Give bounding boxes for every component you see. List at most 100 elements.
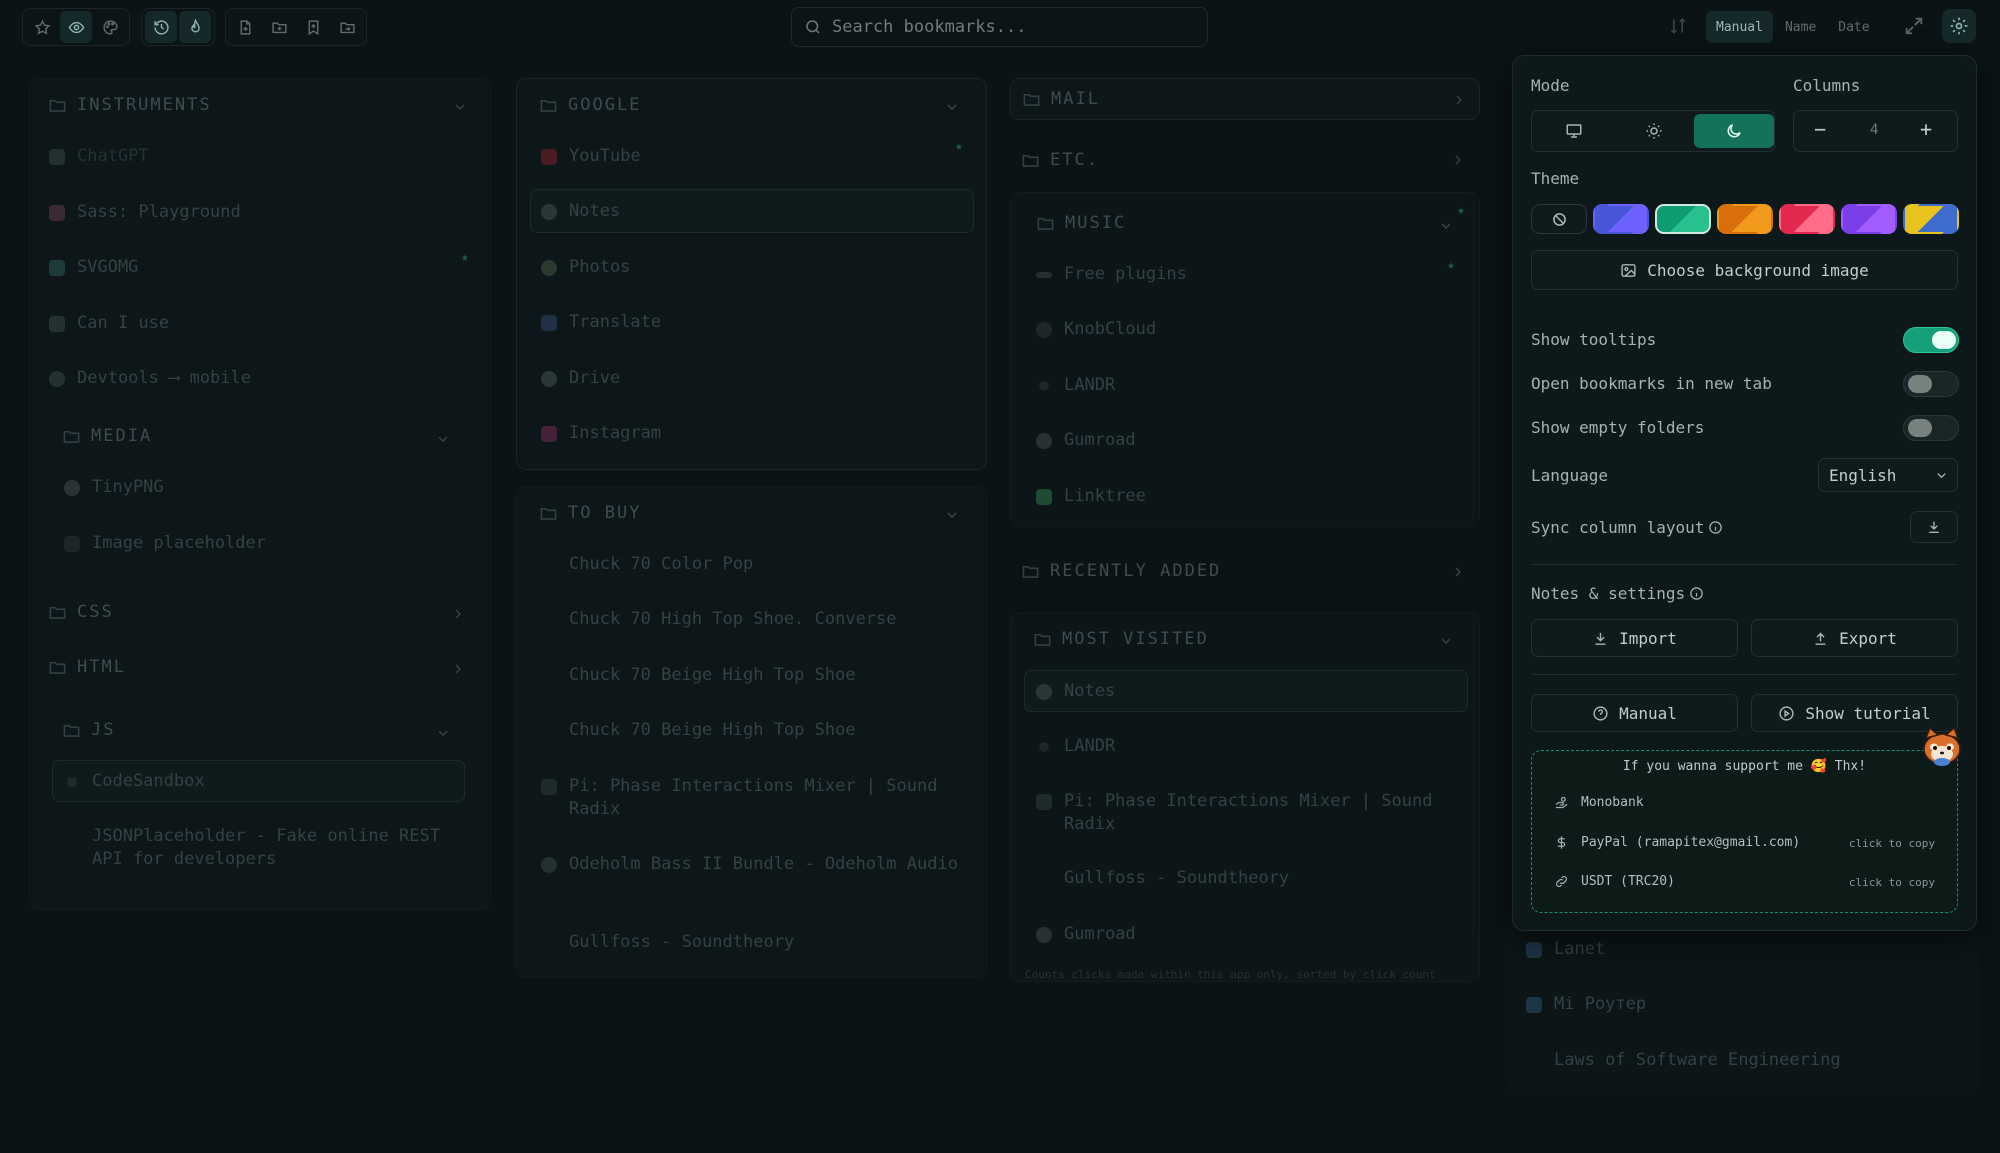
copy-hint[interactable]: click to copy [1849, 876, 1935, 889]
sort-order-icon[interactable] [1668, 16, 1688, 36]
copy-hint[interactable]: click to copy [1849, 837, 1935, 850]
theme-swatch-green[interactable] [1655, 204, 1711, 234]
list-item[interactable]: KnobCloud [1036, 318, 1156, 341]
chevron-down-icon[interactable] [435, 431, 451, 447]
sort-date-button[interactable]: Date [1828, 11, 1879, 43]
show-tooltips-toggle[interactable] [1903, 327, 1959, 353]
folder-header[interactable]: TO BUY [539, 503, 641, 523]
settings-button[interactable] [1942, 9, 1976, 43]
list-item[interactable]: Free plugins [1036, 263, 1187, 286]
columns-plus-button[interactable]: + [1920, 117, 1932, 141]
list-item[interactable]: Sass: Playground [49, 201, 241, 224]
list-item[interactable]: Chuck 70 Beige High Top Shoe [541, 719, 856, 742]
list-item[interactable]: Laws of Software Engineering [1526, 1049, 1841, 1072]
list-item[interactable]: CodeSandbox [64, 770, 205, 793]
paypal-row[interactable]: PayPal (ramapitex@gmail.com) [1554, 835, 1800, 850]
list-item[interactable]: YouTube [541, 145, 641, 168]
list-item[interactable]: TinyPNG [64, 476, 164, 499]
fullscreen-icon[interactable] [1903, 15, 1925, 37]
sort-name-button[interactable]: Name [1775, 11, 1826, 43]
open-new-tab-toggle[interactable] [1903, 371, 1959, 397]
list-item[interactable]: Devtools ⟶ mobile [49, 367, 251, 390]
columns-minus-button[interactable]: − [1814, 117, 1826, 141]
chevron-right-icon[interactable] [450, 661, 466, 677]
move-folder-button[interactable] [331, 11, 363, 43]
chevron-down-icon[interactable] [944, 507, 960, 523]
history-button[interactable] [145, 11, 177, 43]
list-item[interactable]: Photos [541, 256, 630, 279]
export-button[interactable]: Export [1751, 619, 1958, 657]
list-item[interactable]: Lanet [1526, 938, 1605, 961]
list-item[interactable]: Image placeholder [64, 532, 266, 555]
folder-header[interactable]: RECENTLY ADDED [1021, 561, 1221, 581]
list-item[interactable]: SVGOMG [49, 256, 138, 279]
list-item[interactable]: Can I use [49, 312, 169, 335]
chevron-down-icon[interactable] [452, 99, 468, 115]
theme-swatch-yellow-blue[interactable] [1903, 204, 1959, 234]
list-item[interactable]: Odeholm Bass II Bundle - Odeholm Audio [541, 853, 961, 876]
hot-button[interactable] [179, 11, 211, 43]
folder-header[interactable]: MOST VISITED [1033, 629, 1209, 649]
folder-header[interactable]: ETC. [1021, 150, 1099, 170]
list-item[interactable]: Chuck 70 Beige High Top Shoe [541, 664, 856, 687]
theme-swatch-pink[interactable] [1779, 204, 1835, 234]
list-item[interactable]: Pi: Phase Interactions Mixer | Sound Rad… [541, 775, 961, 821]
folder-header[interactable]: INSTRUMENTS [48, 95, 212, 115]
list-item[interactable]: Linktree [1036, 485, 1146, 508]
list-item[interactable]: Notes [541, 200, 620, 223]
language-select[interactable]: English [1818, 458, 1958, 492]
info-icon[interactable] [1708, 520, 1723, 535]
mode-system-button[interactable] [1534, 114, 1614, 148]
theme-swatch-orange[interactable] [1717, 204, 1773, 234]
chevron-down-icon[interactable] [1438, 218, 1454, 234]
list-item[interactable]: Gumroad [1036, 923, 1136, 946]
manual-button[interactable]: Manual [1531, 694, 1738, 732]
new-bookmark-button[interactable] [229, 11, 261, 43]
folder-header[interactable]: MAIL [1022, 89, 1100, 109]
list-item[interactable]: Pi: Phase Interactions Mixer | Sound Rad… [1036, 790, 1456, 836]
chevron-down-icon[interactable] [1438, 633, 1454, 649]
list-item[interactable]: LANDR [1036, 735, 1115, 758]
theme-swatch-purple[interactable] [1841, 204, 1897, 234]
list-item[interactable]: ChatGPT [49, 145, 149, 168]
chevron-right-icon[interactable] [1451, 92, 1467, 108]
choose-background-button[interactable]: Choose background image [1531, 250, 1958, 290]
folder-header[interactable]: MUSIC [1036, 213, 1126, 233]
info-icon[interactable] [1689, 586, 1704, 601]
list-item[interactable]: Gullfoss - Soundtheory [1036, 867, 1289, 890]
mode-dark-button[interactable] [1694, 114, 1774, 148]
preview-button[interactable] [60, 11, 92, 43]
list-item[interactable]: Instagram [541, 422, 661, 445]
folder-header[interactable]: GOOGLE [539, 95, 641, 115]
folder-header[interactable]: CSS [48, 602, 114, 622]
list-item[interactable]: Gullfoss - Soundtheory [541, 931, 794, 954]
theme-swatch-indigo[interactable] [1593, 204, 1649, 234]
list-item[interactable]: Chuck 70 High Top Shoe. Converse [541, 608, 897, 631]
show-empty-folders-toggle[interactable] [1903, 415, 1959, 441]
chevron-right-icon[interactable] [1450, 564, 1466, 580]
list-item[interactable]: JSONPlaceholder - Fake online REST API f… [64, 825, 454, 871]
import-button[interactable]: Import [1531, 619, 1738, 657]
folder-header[interactable]: HTML [48, 657, 126, 677]
appearance-button[interactable] [94, 11, 126, 43]
folder-header[interactable]: MEDIA [62, 426, 152, 446]
sync-download-button[interactable] [1910, 511, 1958, 543]
folder-header[interactable]: JS [62, 720, 115, 740]
chevron-down-icon[interactable] [435, 725, 451, 741]
list-item[interactable]: Gumroad [1036, 429, 1136, 452]
favorites-button[interactable] [26, 11, 58, 43]
monobank-row[interactable]: Monobank [1554, 795, 1644, 810]
usdt-row[interactable]: USDT (TRC20) [1554, 874, 1675, 889]
list-item[interactable]: Notes [1036, 680, 1115, 703]
theme-none-button[interactable] [1531, 204, 1587, 234]
chevron-down-icon[interactable] [944, 99, 960, 115]
list-item[interactable]: Translate [541, 311, 661, 334]
list-item[interactable]: LANDR [1036, 374, 1115, 397]
list-item[interactable]: Chuck 70 Color Pop [541, 553, 753, 576]
new-folder-button[interactable] [263, 11, 295, 43]
add-bookmark-button[interactable] [297, 11, 329, 43]
chevron-right-icon[interactable] [1450, 152, 1466, 168]
search-input[interactable] [832, 17, 1172, 37]
list-item[interactable]: Mi Poyтер [1526, 993, 1646, 1016]
list-item[interactable]: Drive [541, 367, 620, 390]
